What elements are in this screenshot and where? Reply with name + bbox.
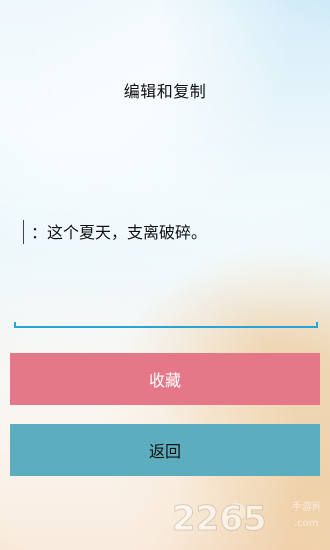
watermark-logo: 2265 手游网 .com xyxy=(172,499,321,540)
back-button[interactable]: 返回 xyxy=(10,424,320,476)
watermark-suffix: .com xyxy=(294,518,319,529)
page-title: 编辑和复制 xyxy=(123,82,207,101)
collect-button[interactable]: 收藏 xyxy=(10,353,320,405)
text-edit-content: ：这个夏天，支离破碎。 xyxy=(31,223,208,242)
watermark-digits: 2265 xyxy=(172,499,267,539)
text-cursor xyxy=(23,220,24,244)
watermark-tag: 手游网 xyxy=(292,500,320,513)
site-watermark: 2265 手游网 .com xyxy=(170,492,321,540)
app-screen: 编辑和复制 ：这个夏天，支离破碎。 收藏 返回 2265 手游网 .com xyxy=(0,0,330,550)
text-edit-underline xyxy=(14,322,318,328)
text-edit-field[interactable]: ：这个夏天，支离破碎。 xyxy=(14,212,318,328)
